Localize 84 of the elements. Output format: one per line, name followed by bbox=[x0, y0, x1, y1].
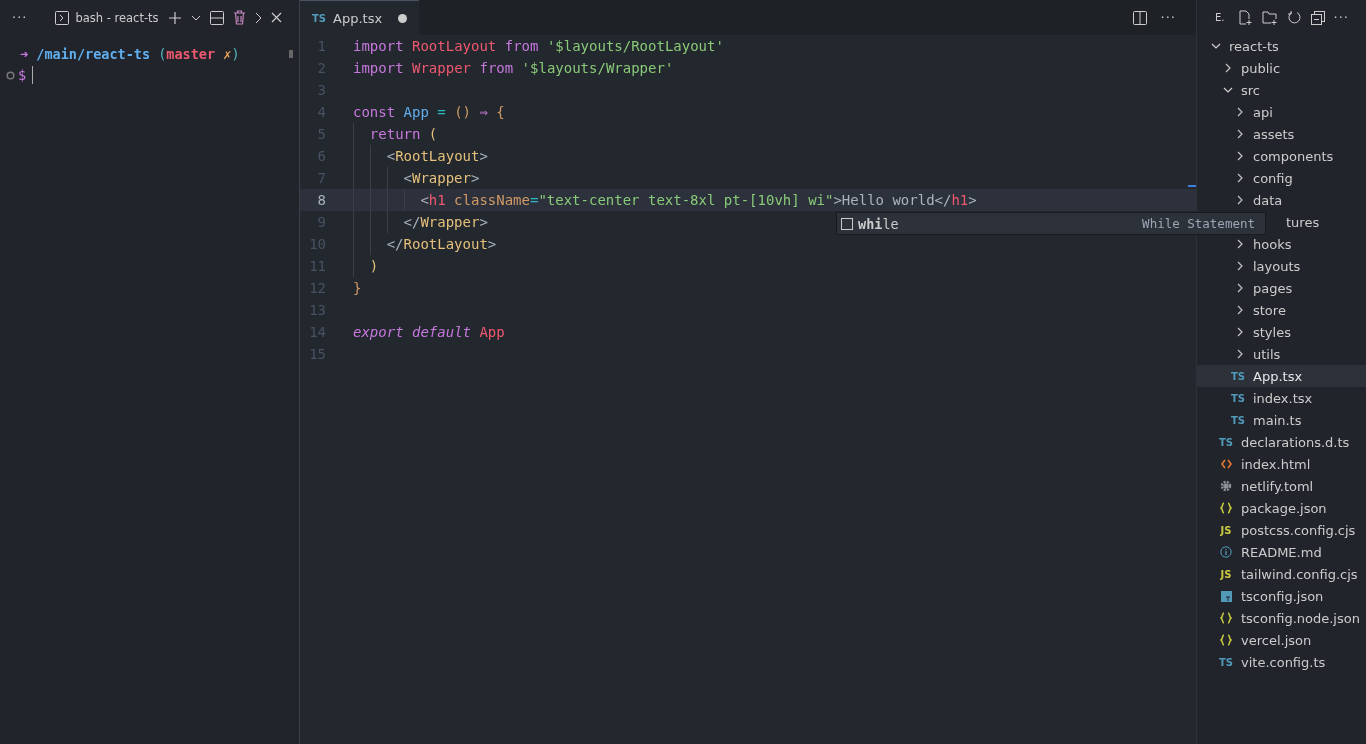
javascript-icon: JS bbox=[1220, 524, 1232, 536]
keyword-icon bbox=[841, 217, 853, 230]
explorer-title: E. bbox=[1215, 12, 1225, 23]
scrollbar-thumb[interactable] bbox=[289, 50, 293, 58]
tree-item[interactable]: README.md bbox=[1197, 541, 1366, 563]
chevron-right-icon[interactable] bbox=[254, 11, 262, 24]
tree-item[interactable]: assets bbox=[1197, 123, 1366, 145]
code-line: import RootLayout from '$layouts/RootLayout' bbox=[353, 37, 724, 56]
code-line: import Wrapper from '$layouts/Wrapper' bbox=[353, 59, 674, 78]
split-editor-icon[interactable] bbox=[1132, 10, 1147, 25]
code-line: <h1 className="text-center text-8xl pt-[10vh] wi">Hello world</h1> bbox=[420, 191, 977, 210]
tree-item[interactable]: tsconfig.node.json bbox=[1197, 607, 1366, 629]
javascript-icon: JS bbox=[1220, 568, 1232, 580]
tree-item[interactable]: TS vite.config.ts bbox=[1197, 651, 1366, 673]
refresh-icon[interactable] bbox=[1286, 10, 1302, 25]
typescript-icon: TS bbox=[1219, 436, 1233, 448]
tree-item[interactable]: src bbox=[1197, 79, 1366, 101]
more-icon[interactable]: ··· bbox=[12, 10, 28, 25]
line-number: 8 bbox=[316, 191, 326, 210]
typescript-icon: TS bbox=[1219, 656, 1233, 668]
tree-item[interactable]: pages bbox=[1197, 277, 1366, 299]
more-icon[interactable]: ··· bbox=[1160, 10, 1176, 25]
tree-item[interactable]: hooks bbox=[1197, 233, 1366, 255]
gear-icon bbox=[1220, 480, 1232, 492]
plus-icon[interactable] bbox=[167, 10, 182, 25]
tree-item[interactable]: styles bbox=[1197, 321, 1366, 343]
typescript-icon: TS bbox=[1231, 414, 1245, 426]
tree-item[interactable]: vercel.json bbox=[1197, 629, 1366, 651]
circle-icon bbox=[6, 70, 15, 80]
code-line: <Wrapper> bbox=[403, 169, 480, 188]
collapse-icon[interactable] bbox=[1310, 10, 1325, 25]
tree-item[interactable]: layouts bbox=[1197, 255, 1366, 277]
braces-icon bbox=[1220, 502, 1232, 514]
chevron-down-icon[interactable] bbox=[190, 14, 201, 21]
tree-item[interactable]: package.json bbox=[1197, 497, 1366, 519]
tree-item[interactable]: index.html bbox=[1197, 453, 1366, 475]
more-icon[interactable]: ··· bbox=[1333, 10, 1349, 25]
braces-icon bbox=[1220, 612, 1232, 624]
tsconfig-icon bbox=[1220, 590, 1232, 602]
suggestion-detail: While Statement bbox=[1142, 214, 1255, 233]
code-line: } bbox=[353, 279, 362, 298]
new-folder-icon[interactable] bbox=[1261, 9, 1278, 26]
tree-item[interactable]: store bbox=[1197, 299, 1366, 321]
tree-item[interactable]: utils bbox=[1197, 343, 1366, 365]
prompt-line: ➜ /main/react-ts (master ✗) bbox=[20, 45, 240, 64]
code-line: ) bbox=[369, 257, 379, 276]
typescript-icon: TS bbox=[1231, 392, 1245, 404]
terminal-icon bbox=[54, 9, 71, 26]
code-line: return ( bbox=[369, 125, 438, 144]
editor-tab[interactable]: TS App.tsx bbox=[300, 0, 419, 35]
tree-item[interactable]: TS declarations.d.ts bbox=[1197, 431, 1366, 453]
tree-item[interactable]: react-ts bbox=[1197, 35, 1366, 57]
info-icon bbox=[1220, 546, 1232, 558]
split-icon[interactable] bbox=[209, 10, 224, 25]
suggestion-label[interactable]: while bbox=[858, 212, 899, 235]
shell-prompt: $ bbox=[18, 67, 27, 83]
tree-item[interactable]: JS postcss.config.cjs bbox=[1197, 519, 1366, 541]
tree-item[interactable]: TS main.ts bbox=[1197, 409, 1366, 431]
new-file-icon[interactable] bbox=[1236, 9, 1253, 26]
code-line: <RootLayout> bbox=[386, 147, 488, 166]
tree-item[interactable]: data bbox=[1197, 189, 1366, 211]
text-cursor bbox=[32, 66, 34, 84]
code-icon bbox=[1220, 459, 1232, 469]
tree-item[interactable]: config bbox=[1197, 167, 1366, 189]
tree-item[interactable]: JS tailwind.config.cjs bbox=[1197, 563, 1366, 585]
code-line: </RootLayout> bbox=[386, 235, 497, 254]
code-line: export default App bbox=[353, 323, 505, 342]
code-line: const App = () ⇒ { bbox=[353, 103, 505, 122]
cursor-marker bbox=[1188, 185, 1196, 187]
close-icon[interactable] bbox=[270, 12, 282, 23]
tree-item[interactable]: netlify.toml bbox=[1197, 475, 1366, 497]
tree-item[interactable]: api bbox=[1197, 101, 1366, 123]
tree-item[interactable]: TS App.tsx bbox=[1197, 365, 1366, 387]
tree-item[interactable]: TS index.tsx bbox=[1197, 387, 1366, 409]
suggestion-menu[interactable]: while While Statement bbox=[836, 212, 1266, 235]
tree-item[interactable]: components bbox=[1197, 145, 1366, 167]
typescript-icon: TS bbox=[312, 12, 327, 24]
trash-icon[interactable] bbox=[232, 10, 246, 25]
terminal-tab[interactable]: bash - react-ts bbox=[54, 9, 159, 26]
tree-item[interactable]: tsconfig.json bbox=[1197, 585, 1366, 607]
braces-icon bbox=[1220, 634, 1232, 646]
typescript-icon: TS bbox=[1231, 370, 1245, 382]
tree-item[interactable]: public bbox=[1197, 57, 1366, 79]
code-line: </Wrapper> bbox=[403, 213, 488, 232]
